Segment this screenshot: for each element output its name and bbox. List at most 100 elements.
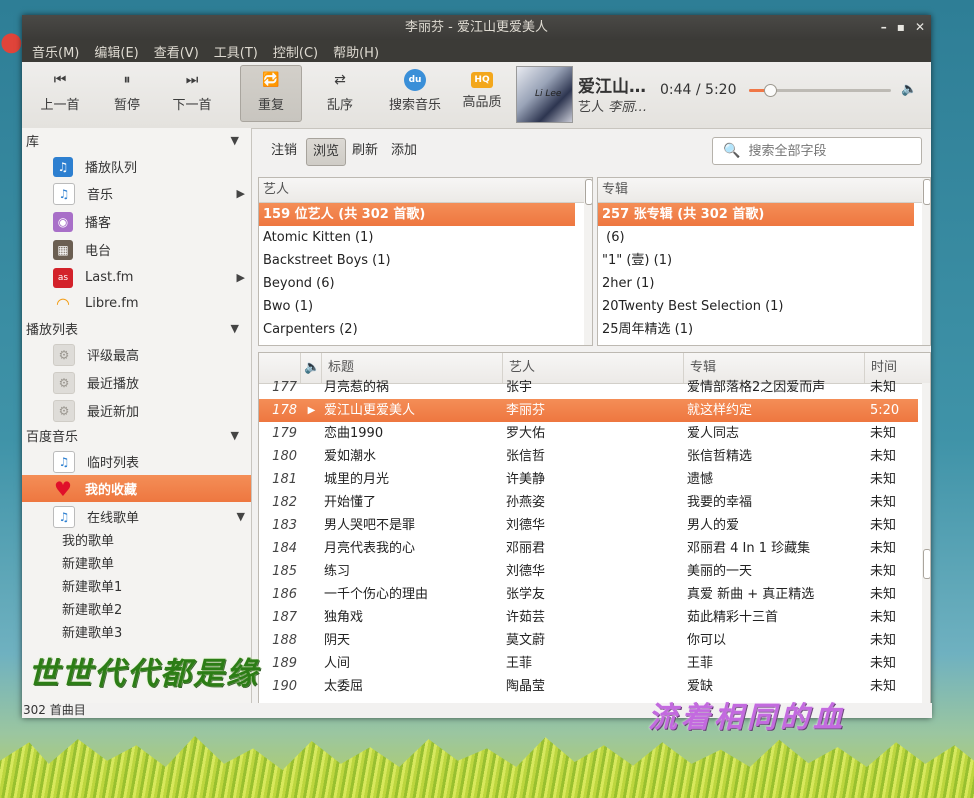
playlists-section[interactable]: 播放列表 ▼ xyxy=(22,316,251,341)
artist-row[interactable]: Carpenters (2) xyxy=(259,318,592,341)
track-row[interactable]: 182 开始懂了 孙燕姿 我要的幸福 未知 xyxy=(259,491,918,514)
track-artist: 张信哲 xyxy=(506,449,546,464)
album-row[interactable]: 20Twenty Best Selection (1) xyxy=(598,295,930,318)
album-row[interactable]: 257 张专辑 (共 302 首歌) xyxy=(598,203,914,226)
playing-indicator-icon xyxy=(301,537,322,560)
skip-back-icon: ⏮ xyxy=(53,72,67,88)
artist-row[interactable]: Bwo (1) xyxy=(259,295,592,318)
track-row[interactable]: 189 人间 王菲 王菲 未知 xyxy=(259,652,918,675)
close-icon[interactable]: ✕ xyxy=(915,15,925,40)
artist-row[interactable]: Beyond (6) xyxy=(259,272,592,295)
pause-icon: ⏸ xyxy=(123,72,131,88)
track-scrollbar[interactable] xyxy=(922,383,930,703)
album-row[interactable]: (6) xyxy=(598,226,930,249)
album-row[interactable]: "1" (壹) (1) xyxy=(598,249,930,272)
sidebar-item-new-list-1[interactable]: 新建歌单1 xyxy=(62,576,122,599)
sidebar-item-new-list-2[interactable]: 新建歌单2 xyxy=(62,599,122,622)
next-button[interactable]: ⏭ 下一首 xyxy=(172,66,212,113)
scroll-thumb[interactable] xyxy=(923,549,930,579)
track-row[interactable]: 186 一千个伤心的理由 张学友 真爱 新曲 + 真正精选 未知 xyxy=(259,583,918,606)
sidebar-item-podcasts[interactable]: ◉ 播客 xyxy=(22,208,251,235)
collapse-icon[interactable]: ▼ xyxy=(231,429,239,442)
track-row[interactable]: 187 独角戏 许茹芸 茹此精彩十三首 未知 xyxy=(259,606,918,629)
progress-knob[interactable] xyxy=(763,84,777,97)
album-row[interactable]: 2her (1) xyxy=(598,272,930,295)
collapse-icon[interactable]: ▼ xyxy=(237,510,245,523)
pause-button[interactable]: ⏸ 暂停 xyxy=(107,66,147,113)
shuffle-icon: ⇄ xyxy=(334,72,346,88)
sidebar-item-top-rated[interactable]: ⚙ 评级最高 xyxy=(22,341,251,368)
track-row[interactable]: 180 爱如潮水 张信哲 张信哲精选 未知 xyxy=(259,445,918,468)
sidebar-item-favorites[interactable]: ♥ 我的收藏 xyxy=(22,475,251,502)
sidebar-item-librefm[interactable]: ◠ Libre.fm xyxy=(22,290,251,317)
sidebar-item-recently-added[interactable]: ⚙ 最近新加 xyxy=(22,397,251,424)
menu-view[interactable]: 查看(V) xyxy=(148,42,205,61)
sidebar-item-lastfm[interactable]: as Last.fm ▶ xyxy=(22,264,251,291)
track-row[interactable]: 177 月亮惹的祸 张宇 爱情部落格2之因爱而声 未知 xyxy=(259,376,918,399)
previous-button[interactable]: ⏮ 上一首 xyxy=(40,66,80,113)
track-title: 月亮代表我的心 xyxy=(324,541,416,556)
menu-control[interactable]: 控制(C) xyxy=(267,42,324,61)
expand-arrow-icon[interactable]: ▶ xyxy=(237,187,245,200)
volume-icon[interactable]: 🔈 xyxy=(901,82,917,97)
sidebar-item-music[interactable]: ♫ 音乐 ▶ xyxy=(22,180,251,207)
expand-arrow-icon[interactable]: ▶ xyxy=(237,271,245,284)
sidebar-item-label: Last.fm xyxy=(85,270,134,285)
logout-button[interactable]: 注销 xyxy=(265,138,303,164)
collapse-icon[interactable]: ▼ xyxy=(231,134,239,147)
browse-button[interactable]: 浏览 xyxy=(306,138,347,166)
search-input[interactable] xyxy=(746,142,911,160)
shuffle-button[interactable]: ⇄ 乱序 xyxy=(320,66,360,113)
album-scrollbar[interactable] xyxy=(922,178,930,345)
scroll-thumb[interactable] xyxy=(923,179,930,205)
sidebar-item-my-list[interactable]: 我的歌单 xyxy=(62,530,114,553)
track-artist: 张宇 xyxy=(506,380,533,395)
scroll-thumb[interactable] xyxy=(585,179,592,205)
artist-pane-header[interactable]: 艺人 xyxy=(259,178,592,203)
menu-edit[interactable]: 编辑(E) xyxy=(88,42,144,61)
sidebar-item-play-queue[interactable]: ♫ 播放队列 xyxy=(22,153,251,180)
track-row[interactable]: 188 阴天 莫文蔚 你可以 未知 xyxy=(259,629,918,652)
track-album: 张信哲精选 xyxy=(687,449,753,464)
sidebar-item-temp-list[interactable]: ♫ 临时列表 xyxy=(22,448,251,475)
track-row[interactable]: 181 城里的月光 许美静 遗憾 未知 xyxy=(259,468,918,491)
maximize-icon[interactable]: ▪ xyxy=(897,15,905,40)
track-row[interactable]: 183 男人哭吧不是罪 刘德华 男人的爱 未知 xyxy=(259,514,918,537)
gear-icon: ⚙ xyxy=(53,371,75,394)
track-row[interactable]: 184 月亮代表我的心 邓丽君 邓丽君 4 In 1 珍藏集 未知 xyxy=(259,537,918,560)
track-row[interactable]: 185 练习 刘德华 美丽的一天 未知 xyxy=(259,560,918,583)
artist-row[interactable]: Atomic Kitten (1) xyxy=(259,226,592,249)
album-row[interactable]: 25周年精选 (1) xyxy=(598,318,930,341)
high-quality-button[interactable]: HQ 高品质 xyxy=(457,66,507,110)
sidebar-item-new-list[interactable]: 新建歌单 xyxy=(62,553,114,576)
track-row[interactable]: 179 恋曲1990 罗大佑 爱人同志 未知 xyxy=(259,422,918,445)
artist-row[interactable]: 159 位艺人 (共 302 首歌) xyxy=(259,203,575,226)
track-artist: 李丽芬 xyxy=(506,403,546,418)
search-box[interactable]: 🔍 xyxy=(712,137,922,165)
track-artist: 张学友 xyxy=(506,587,546,602)
menu-music[interactable]: 音乐(M) xyxy=(26,42,85,61)
sidebar-item-online-lists[interactable]: ♫ 在线歌单 ▼ xyxy=(22,503,251,530)
repeat-button[interactable]: 🔁 重复 xyxy=(240,65,302,122)
progress-slider[interactable] xyxy=(749,84,891,97)
minimize-icon[interactable]: – xyxy=(881,15,887,40)
menu-help[interactable]: 帮助(H) xyxy=(327,42,385,61)
rhythmbox-window: 李丽芬 - 爱江山更爱美人 – ▪ ✕ 音乐(M) 编辑(E) 查看(V) 工具… xyxy=(22,15,932,718)
wallpaper-grass xyxy=(0,736,974,798)
refresh-button[interactable]: 刷新 xyxy=(346,138,384,164)
menu-tools[interactable]: 工具(T) xyxy=(208,42,264,61)
music-note-icon: ♫ xyxy=(53,182,75,205)
track-row[interactable]: 178 ▶ 爱江山更爱美人 李丽芬 就这样约定 5:20 xyxy=(259,399,918,422)
baidu-section[interactable]: 百度音乐 ▼ xyxy=(22,423,251,448)
track-number: 184 xyxy=(272,541,297,556)
album-pane-header[interactable]: 专辑 xyxy=(598,178,930,203)
sidebar-item-recently-played[interactable]: ⚙ 最近播放 xyxy=(22,369,251,396)
collapse-icon[interactable]: ▼ xyxy=(231,322,239,335)
search-music-button[interactable]: du 搜索音乐 xyxy=(385,66,445,113)
library-section[interactable]: 库 ▼ xyxy=(22,128,251,153)
artist-scrollbar[interactable] xyxy=(584,178,592,345)
artist-row[interactable]: Backstreet Boys (1) xyxy=(259,249,592,272)
add-button[interactable]: 添加 xyxy=(385,138,423,164)
sidebar-item-new-list-3[interactable]: 新建歌单3 xyxy=(62,622,122,645)
sidebar-item-radio[interactable]: ▦ 电台 xyxy=(22,236,251,263)
